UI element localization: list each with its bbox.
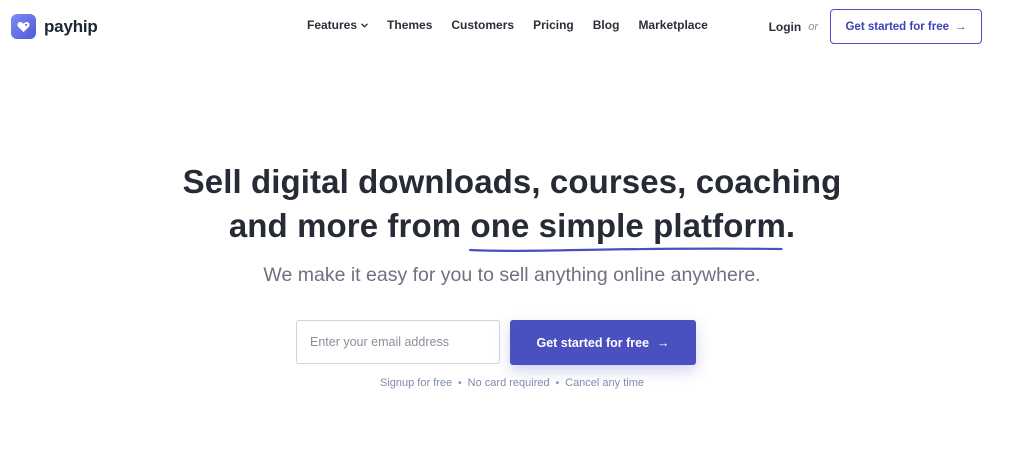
tag-heart-icon bbox=[11, 14, 36, 39]
note-signup-free: Signup for free bbox=[380, 377, 453, 389]
headline-line-2: and more from one simple platform. bbox=[0, 204, 1024, 252]
note-cancel-anytime: Cancel any time bbox=[565, 377, 644, 389]
main-nav: Features Themes Customers Pricing Blog M… bbox=[307, 18, 708, 32]
nav-item-blog[interactable]: Blog bbox=[593, 18, 620, 32]
signup-notes: Signup for free • No card required • Can… bbox=[0, 377, 1024, 389]
note-no-card: No card required bbox=[467, 377, 550, 389]
header-get-started-button[interactable]: Get started for free → bbox=[830, 9, 982, 44]
nav-item-customers[interactable]: Customers bbox=[451, 18, 514, 32]
or-separator: or bbox=[808, 20, 818, 33]
note-separator: • bbox=[555, 377, 560, 389]
nav-item-pricing[interactable]: Pricing bbox=[533, 18, 574, 32]
auth-area: Login or Get started for free → bbox=[769, 9, 982, 44]
headline-line-2-prefix: and more from bbox=[228, 207, 471, 244]
header-cta-label: Get started for free bbox=[845, 20, 950, 33]
page: payhip Features Themes Customers Pricing… bbox=[0, 0, 1024, 449]
brand-name: payhip bbox=[44, 16, 98, 36]
scribble-underline-icon bbox=[469, 247, 783, 252]
headline-line-2-suffix: . bbox=[785, 207, 796, 244]
arrow-right-icon: → bbox=[955, 20, 967, 33]
signup-form: Get started for free → bbox=[296, 320, 696, 365]
payhip-logo[interactable]: payhip bbox=[11, 14, 98, 39]
note-separator: • bbox=[458, 377, 462, 389]
nav-item-marketplace[interactable]: Marketplace bbox=[638, 18, 707, 32]
nav-item-themes[interactable]: Themes bbox=[387, 18, 432, 32]
hero-subheading: We make it easy for you to sell anything… bbox=[263, 264, 761, 286]
nav-item-label: Features bbox=[307, 18, 358, 32]
hero-cta-label: Get started for free bbox=[536, 335, 650, 350]
top-header: payhip Features Themes Customers Pricing… bbox=[0, 0, 1024, 52]
login-link[interactable]: Login bbox=[769, 20, 802, 34]
hero-headline: Sell digital downloads, courses, coachin… bbox=[0, 160, 1024, 252]
chevron-down-icon bbox=[361, 22, 368, 28]
nav-item-features[interactable]: Features bbox=[307, 18, 368, 32]
headline-line-1: Sell digital downloads, courses, coachin… bbox=[182, 163, 842, 200]
arrow-right-icon: → bbox=[657, 335, 670, 350]
hero-get-started-button[interactable]: Get started for free → bbox=[510, 320, 696, 365]
headline-highlight: one simple platform bbox=[469, 204, 786, 252]
headline-highlight-text: one simple platform bbox=[470, 207, 786, 244]
email-input[interactable] bbox=[296, 320, 500, 364]
